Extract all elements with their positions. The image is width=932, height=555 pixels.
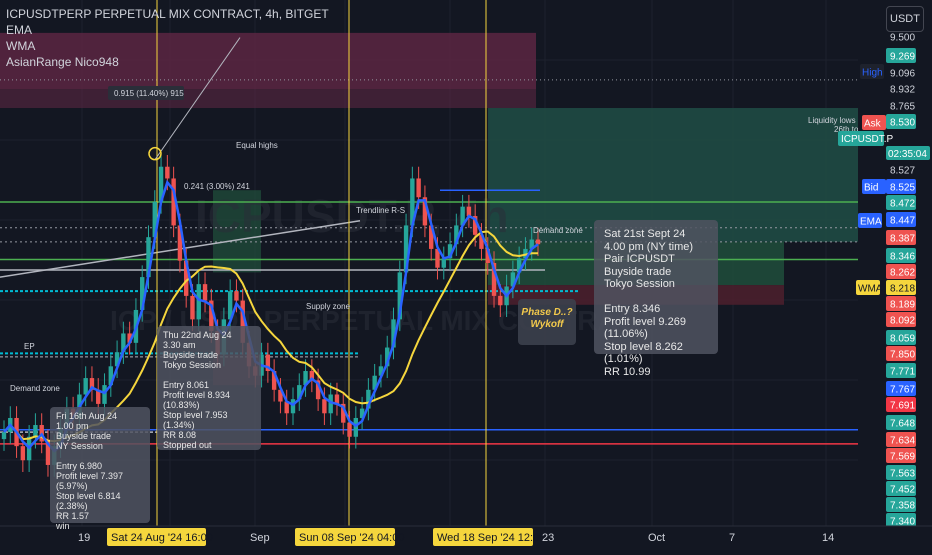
price-tick: 8.447 xyxy=(890,216,915,227)
asian-range-legend[interactable]: AsianRange Nico948 xyxy=(6,54,329,70)
time-tick: 7 xyxy=(729,532,735,544)
time-tag: Wed 18 Sep '24 12:00 xyxy=(437,532,545,544)
candle-body xyxy=(290,399,296,414)
time-tick: Sep xyxy=(250,532,270,544)
ep-label: EP xyxy=(24,342,35,351)
candle-body xyxy=(196,284,201,320)
trade-note-aug16[interactable]: Fri 16th Aug 24 1.00 pm Buyside trade NY… xyxy=(50,407,150,531)
price-tick: 8.527 xyxy=(890,166,915,177)
price-tick: 9.269 xyxy=(890,52,915,63)
candle-body xyxy=(190,295,195,320)
side-tag-wma: WMA xyxy=(858,284,883,295)
candle-body xyxy=(33,425,38,437)
price-tick: 8.525 xyxy=(890,183,915,194)
phase-label[interactable]: Phase D..? Wykoff xyxy=(518,299,576,345)
trendline-label: Trendline R-S xyxy=(356,206,405,215)
time-axis: 19 Sat 24 Aug '24 16:00 Sep Sun 08 Sep '24 … xyxy=(0,525,932,550)
symbol-title[interactable]: ICPUSDTPERP PERPETUAL MIX CONTRACT, 4h, … xyxy=(6,6,329,22)
price-tick: 7.767 xyxy=(890,385,915,396)
time-tick: 23 xyxy=(542,532,554,544)
candle-body xyxy=(347,422,352,437)
candle-body xyxy=(83,378,88,395)
side-tag-ema: EMA xyxy=(860,217,882,228)
price-tick: 7.771 xyxy=(890,367,915,378)
trade-note-aug22[interactable]: Thu 22nd Aug 24 3.30 am Buyside trade To… xyxy=(157,326,261,450)
price-tick: 8.530 xyxy=(890,118,915,129)
price-tick: 8.092 xyxy=(890,316,915,327)
price-tick: 7.648 xyxy=(890,419,915,430)
phase-text: Phase D..? Wykoff xyxy=(521,307,573,330)
demand-zone-left-label: Demand zone xyxy=(10,384,60,393)
price-tick: 7.850 xyxy=(890,350,915,361)
currency-button[interactable]: USDT xyxy=(886,6,924,32)
symbol-tag: ICPUSDT.P xyxy=(841,134,894,145)
price-tick: 8.346 xyxy=(890,252,915,263)
liquidity-label: Liquidity lows D xyxy=(808,116,864,125)
candle-body xyxy=(234,291,239,301)
price-tick: 8.262 xyxy=(890,268,915,279)
price-tick: 8.932 xyxy=(890,85,915,96)
price-tick: 9.096 xyxy=(890,69,915,80)
demand-zone-label: Demand zone xyxy=(533,226,583,235)
price-tick: 8.765 xyxy=(890,102,915,113)
side-tag-ask: Ask xyxy=(864,119,882,130)
equal-highs-label: Equal highs xyxy=(236,141,278,150)
trade-note-sep21[interactable]: Sat 21st Sept 24 4.00 pm (NY time) Pair … xyxy=(594,220,718,378)
time-tick: 14 xyxy=(822,532,834,544)
time-tag: Sat 24 Aug '24 16:00 xyxy=(111,532,213,544)
price-tick: 8.387 xyxy=(890,234,915,245)
candle-body xyxy=(441,258,446,268)
side-tag-high: High xyxy=(862,68,883,79)
price-tick: 7.563 xyxy=(890,469,915,480)
candle-body xyxy=(1,432,7,440)
countdown-label: 02:35:04 xyxy=(888,149,927,160)
fib-mid-label: 0.241 (3.00%) 241 xyxy=(184,182,250,191)
chart-legend: ICPUSDTPERP PERPETUAL MIX CONTRACT, 4h, … xyxy=(6,6,329,70)
candle-body xyxy=(498,295,503,306)
price-tick: 8.472 xyxy=(890,199,915,210)
time-tag: Sun 08 Sep '24 04:00 xyxy=(299,532,404,544)
price-tick: 7.358 xyxy=(890,501,915,512)
candle-body xyxy=(165,166,170,179)
candle-body xyxy=(353,417,359,437)
candle-body xyxy=(535,239,541,245)
price-tick: 7.569 xyxy=(890,452,915,463)
candle-body xyxy=(322,399,327,414)
price-tick: 8.218 xyxy=(890,284,915,295)
candle-body xyxy=(102,385,107,404)
price-tick: 7.691 xyxy=(890,401,915,412)
price-tick: 9.500 xyxy=(890,33,915,44)
asian-range-box-lower xyxy=(0,89,536,109)
price-tick: 7.634 xyxy=(890,436,915,447)
wma-legend[interactable]: WMA xyxy=(6,38,329,54)
price-tick: 7.452 xyxy=(890,485,915,496)
candle-body xyxy=(20,446,26,461)
side-tag-bid: Bid xyxy=(864,183,878,194)
candle-body xyxy=(202,284,208,301)
time-tick: 19 xyxy=(78,532,90,544)
candle-body xyxy=(416,178,421,198)
fib-top-label: 0.915 (11.40%) 915 xyxy=(114,89,184,98)
time-tick: Oct xyxy=(648,532,665,544)
price-tick: 8.059 xyxy=(890,334,915,345)
supply-zone-label: Supply zone xyxy=(306,302,351,311)
ema-legend[interactable]: EMA xyxy=(6,22,329,38)
price-tick: 8.189 xyxy=(890,300,915,311)
